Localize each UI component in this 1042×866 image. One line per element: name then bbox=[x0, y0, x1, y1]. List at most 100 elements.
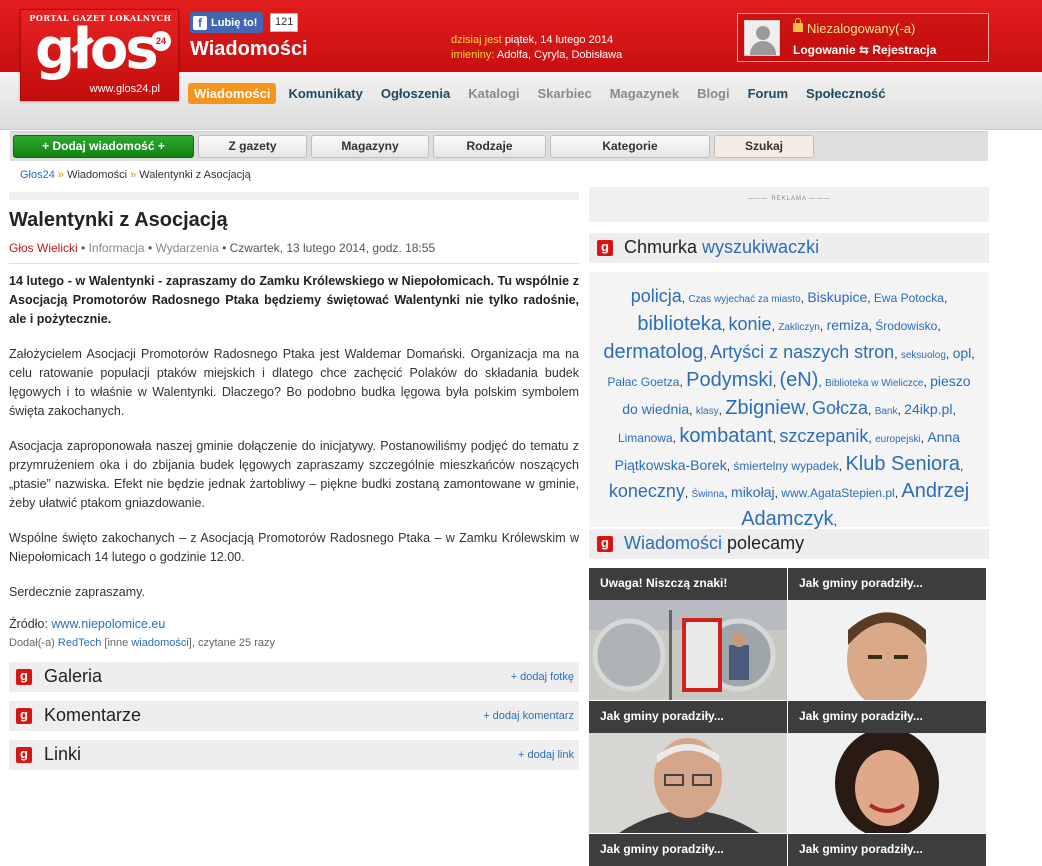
tag-cloud-item[interactable]: opl bbox=[953, 345, 972, 361]
tag-cloud-item[interactable]: koneczny bbox=[609, 481, 685, 501]
tag-cloud-item[interactable]: Ewa Potocka bbox=[874, 291, 944, 305]
article-date: Czwartek, 13 lutego 2014, godz. 18:55 bbox=[229, 241, 436, 255]
subnav-kategorie[interactable]: Kategorie bbox=[550, 135, 710, 158]
article-author[interactable]: Głos Wielicki bbox=[9, 241, 78, 255]
subnav-szukaj[interactable]: Szukaj bbox=[714, 135, 814, 158]
login-status-text: Niezalogowany(-a) bbox=[807, 21, 916, 36]
subnav-z-gazety[interactable]: Z gazety bbox=[198, 135, 307, 158]
tag-cloud-item[interactable]: śmiertelny wypadek bbox=[733, 459, 838, 473]
article-category[interactable]: Wydarzenia bbox=[155, 241, 218, 255]
recommended-caption[interactable]: Jak gminy poradziły... bbox=[788, 568, 986, 600]
site-logo[interactable]: PORTAL GAZET LOKALNYCH głos 24 www.glos2… bbox=[20, 9, 179, 101]
facebook-like-button[interactable]: f Lubię to! bbox=[190, 12, 264, 33]
recommended-item[interactable]: Jak gminy poradziły... bbox=[788, 568, 986, 700]
article-category[interactable]: Informacja bbox=[89, 241, 145, 255]
nav-item-ogloszenia[interactable]: Ogłoszenia bbox=[375, 83, 456, 104]
breadcrumb-home[interactable]: Głos24 bbox=[20, 169, 55, 181]
add-link-link[interactable]: + dodaj link bbox=[518, 749, 574, 761]
tag-cloud-item[interactable]: (eN) bbox=[780, 369, 819, 391]
nav-item-wiadomosci[interactable]: Wiadomości bbox=[188, 83, 277, 104]
recommended-caption[interactable]: Jak gminy poradziły... bbox=[788, 834, 986, 866]
add-photo-link[interactable]: + dodaj fotkę bbox=[511, 671, 574, 683]
gallery-box: g Galeria + dodaj fotkę bbox=[9, 662, 579, 692]
tag-cloud-item[interactable]: europejski bbox=[875, 434, 921, 445]
article-source: Źródło: www.niepolomice.eu bbox=[9, 617, 579, 631]
article-paragraph: Asocjacja zaproponowała naszej gminie do… bbox=[9, 439, 579, 510]
recommended-caption[interactable]: Jak gminy poradziły... bbox=[589, 834, 787, 866]
user-silhouette-body bbox=[750, 41, 776, 55]
gallery-title: Galeria bbox=[44, 666, 103, 686]
tag-cloud-item[interactable]: Artyści z naszych stron bbox=[710, 342, 894, 362]
nav-item-komunikaty[interactable]: Komunikaty bbox=[282, 83, 368, 104]
article-top-bar bbox=[9, 192, 579, 200]
added-read-count: ], czytane 25 razy bbox=[188, 637, 276, 649]
tag-cloud-item[interactable]: Zbigniew bbox=[725, 397, 805, 419]
tag-cloud-item[interactable]: Biblioteka w Wieliczce bbox=[825, 378, 923, 389]
tag-cloud-item[interactable]: www.AgataStepien.pl bbox=[781, 486, 894, 500]
logo-badge: 24 bbox=[151, 31, 171, 51]
add-comment-link[interactable]: + dodaj komentarz bbox=[483, 710, 574, 722]
tag-cloud-item[interactable]: klasy bbox=[696, 406, 719, 417]
breadcrumb-separator: » bbox=[130, 169, 137, 181]
tag-cloud-item[interactable]: Gołcza bbox=[812, 398, 868, 418]
tag-cloud-item[interactable]: mikołaj bbox=[731, 484, 775, 500]
nav-item-spolecznosc[interactable]: Społeczność bbox=[800, 83, 891, 104]
user-silhouette-icon bbox=[756, 26, 770, 40]
tag-cloud-item[interactable]: konie bbox=[729, 314, 772, 334]
nav-item-skarbiec[interactable]: Skarbiec bbox=[532, 83, 598, 104]
tag-cloud-item[interactable]: Bank bbox=[875, 406, 898, 417]
recommended-item[interactable]: Uwaga! Niszczą znaki! bbox=[589, 568, 787, 700]
add-news-button[interactable]: + Dodaj wiadomość + bbox=[13, 135, 194, 158]
breadcrumb: Głos24 » Wiadomości » Walentynki z Asocj… bbox=[20, 169, 251, 181]
man-glasses-image bbox=[589, 733, 787, 833]
recommended-item[interactable]: Jak gminy poradziły... bbox=[788, 834, 986, 866]
subnav-magazyny[interactable]: Magazyny bbox=[311, 135, 429, 158]
tag-cloud-item[interactable]: Limanowa bbox=[618, 431, 673, 445]
nav-item-katalogi[interactable]: Katalogi bbox=[462, 83, 525, 104]
tag-cloud-item[interactable]: Czas wyjechać za miasto bbox=[688, 294, 800, 305]
tag-cloud-item[interactable]: szczepanik bbox=[779, 426, 868, 446]
tag-cloud-item[interactable]: Biskupice bbox=[807, 289, 867, 305]
nameday-value: Adolfa, Cyryla, Dobisława bbox=[496, 49, 623, 61]
tag-cloud-item[interactable]: seksuolog bbox=[901, 350, 946, 361]
source-link[interactable]: www.niepolomice.eu bbox=[51, 617, 165, 631]
added-other-link[interactable]: wiadomości bbox=[131, 637, 188, 649]
tag-cloud-item[interactable]: Zakliczyn bbox=[778, 322, 820, 333]
tag-cloud-item[interactable]: Pałac Goetza bbox=[607, 375, 679, 389]
breadcrumb-separator: » bbox=[57, 169, 65, 181]
tag-cloud-item[interactable]: biblioteka bbox=[637, 313, 722, 335]
tag-cloud-item[interactable]: policja bbox=[631, 286, 682, 306]
added-other-pre: [inne bbox=[104, 637, 129, 649]
ad-label: ——— REKLAMA ——— bbox=[747, 196, 831, 202]
recommended-caption[interactable]: Jak gminy poradziły... bbox=[788, 701, 986, 733]
lock-icon bbox=[793, 18, 803, 32]
nav-item-magazynek[interactable]: Magazynek bbox=[604, 83, 685, 104]
tag-cloud-item[interactable]: Podymski bbox=[686, 369, 773, 391]
article-added-by: Dodał(-a) RedTech [inne wiadomości], czy… bbox=[9, 637, 579, 649]
tag-cloud-item[interactable]: Klub Seniora bbox=[845, 453, 960, 475]
tag-cloud-item[interactable]: Środowisko bbox=[875, 319, 937, 333]
facebook-icon: f bbox=[193, 15, 207, 30]
tag-cloud-item[interactable]: dermatolog bbox=[603, 341, 703, 363]
tag-cloud-item[interactable]: 24ikp.pl bbox=[904, 401, 952, 417]
nav-item-blogi[interactable]: Blogi bbox=[691, 83, 736, 104]
added-by-user[interactable]: RedTech bbox=[58, 637, 101, 649]
recommended-caption[interactable]: Jak gminy poradziły... bbox=[589, 701, 787, 733]
tag-cloud-item[interactable]: remiza bbox=[827, 317, 869, 333]
breadcrumb-section[interactable]: Wiadomości bbox=[67, 169, 127, 181]
woman-portrait-image bbox=[788, 733, 986, 833]
recommended-item[interactable]: Jak gminy poradziły... bbox=[788, 701, 986, 833]
recommended-caption[interactable]: Uwaga! Niszczą znaki! bbox=[589, 568, 787, 600]
recommended-item[interactable]: Jak gminy poradziły... bbox=[589, 701, 787, 833]
recommended-item[interactable]: Jak gminy poradziły... bbox=[589, 834, 787, 866]
tag-cloud-item[interactable]: kombatant bbox=[679, 425, 772, 447]
subnav-rodzaje[interactable]: Rodzaje bbox=[433, 135, 546, 158]
article-lead: 14 lutego - w Walentynki - zapraszamy do… bbox=[9, 274, 579, 326]
recommended-header: g Wiadomości polecamy bbox=[589, 529, 989, 559]
breadcrumb-current: Walentynki z Asocjacją bbox=[139, 169, 251, 181]
tag-cloud-header: g Chmurka wyszukiwaczki bbox=[589, 233, 989, 263]
tag-cloud-item[interactable]: Świnna bbox=[692, 489, 725, 500]
nav-item-forum[interactable]: Forum bbox=[742, 83, 794, 104]
login-register-link[interactable]: Logowanie ⇆ Rejestracja bbox=[793, 43, 936, 57]
tag-cloud-title: Chmurka wyszukiwaczki bbox=[624, 237, 819, 258]
